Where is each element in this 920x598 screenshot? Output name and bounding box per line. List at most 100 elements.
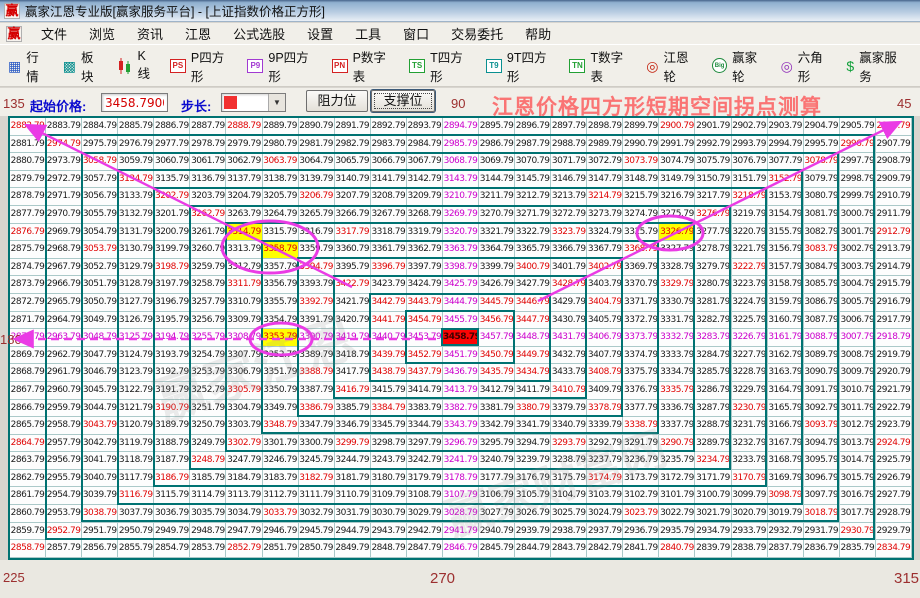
grid-cell: 2911.79 [876, 206, 912, 224]
grid-cell: 3206.79 [299, 188, 335, 206]
grid-cell: 2847.79 [407, 540, 443, 558]
menu-help[interactable]: 帮助 [514, 22, 562, 45]
grid-cell: 3051.79 [82, 276, 118, 294]
grid-cell: 3053.79 [82, 241, 118, 259]
grid-cell: 3303.79 [226, 417, 262, 435]
grid-cell: 2900.79 [659, 118, 695, 136]
grid-cell: 2921.79 [876, 382, 912, 400]
grid-cell: 3020.79 [732, 505, 768, 523]
grid-cell: 3257.79 [190, 294, 226, 312]
grid-cell: 3117.79 [118, 470, 154, 488]
grid-cell: 3180.79 [371, 470, 407, 488]
grid-cell: 3040.79 [82, 470, 118, 488]
toolbar-item-9t-square[interactable]: T99T四方形 [486, 47, 557, 85]
start-price-input[interactable] [101, 93, 168, 112]
grid-cell: 3421.79 [335, 294, 371, 312]
grid-cell: 3300.79 [299, 435, 335, 453]
grid-cell: 3137.79 [226, 171, 262, 189]
grid-cell: 2973.79 [46, 153, 82, 171]
grid-cell: 3194.79 [154, 329, 190, 347]
grid-cell: 3273.79 [587, 206, 623, 224]
grid-cell: 3043.79 [82, 417, 118, 435]
grid-cell: 3443.79 [407, 294, 443, 312]
toolbar-item-hexagon[interactable]: ◎六角形 [781, 47, 834, 85]
grid-cell: 3427.79 [515, 276, 551, 294]
toolbar-item-gann-wheel[interactable]: ◎江恩轮 [646, 47, 699, 85]
grid-cell: 3118.79 [118, 452, 154, 470]
grid-cell: 2879.79 [10, 171, 46, 189]
toolbar-item-t-square[interactable]: TST四方形 [409, 47, 473, 85]
grid-cell: 3264.79 [263, 206, 299, 224]
grid-cell: 3246.79 [263, 452, 299, 470]
grid-cell: 3282.79 [695, 312, 731, 330]
grid-cell: 3102.79 [623, 487, 659, 505]
grid-cell: 2913.79 [876, 241, 912, 259]
grid-cell: 2994.79 [768, 136, 804, 154]
grid-cell: 3112.79 [263, 487, 299, 505]
grid-cell: 3150.79 [695, 171, 731, 189]
toolbar-item-p-number[interactable]: PNP数字表 [332, 47, 397, 85]
grid-cell: 3338.79 [623, 417, 659, 435]
grid-cell: 3018.79 [804, 505, 840, 523]
grid-cell: 3233.79 [732, 452, 768, 470]
grid-cell: 3374.79 [623, 347, 659, 365]
menu-settings[interactable]: 设置 [296, 22, 344, 45]
chevron-down-icon[interactable]: ▼ [268, 94, 285, 111]
grid-cell: 3368.79 [623, 241, 659, 259]
menu-formula-stockpick[interactable]: 公式选股 [222, 22, 296, 45]
grid-cell: 2924.79 [876, 435, 912, 453]
grid-cell: 3134.79 [118, 171, 154, 189]
toolbar-item-9p-square[interactable]: P99P四方形 [247, 47, 318, 85]
toolbar-item-label: 赢家轮 [732, 47, 768, 85]
grid-cell: 2935.79 [659, 523, 695, 541]
grid-cell: 3436.79 [443, 364, 479, 382]
document-logo-icon: 赢 [6, 26, 22, 42]
grid-cell: 2968.79 [46, 241, 82, 259]
grid-cell: 3299.79 [335, 435, 371, 453]
menu-browse[interactable]: 浏览 [78, 22, 126, 45]
grid-cell: 3159.79 [768, 294, 804, 312]
support-button[interactable]: 支撑位 [371, 90, 435, 112]
grid-cell: 3039.79 [82, 487, 118, 505]
toolbar-item-quotes-grid[interactable]: ▦行情 [8, 47, 50, 85]
menu-news[interactable]: 资讯 [126, 22, 174, 45]
grid-cell: 3087.79 [804, 312, 840, 330]
grid-cell: 3082.79 [804, 224, 840, 242]
grid-cell: 3237.79 [587, 452, 623, 470]
step-color-combobox[interactable]: ▼ [221, 93, 286, 112]
menu-trading[interactable]: 交易委托 [440, 22, 514, 45]
grid-cell: 2976.79 [118, 136, 154, 154]
grid-cell: 3227.79 [732, 347, 768, 365]
grid-cell: 3037.79 [118, 505, 154, 523]
grid-cell: 2985.79 [443, 136, 479, 154]
grid-cell: 3286.79 [695, 382, 731, 400]
grid-cell: 3028.79 [443, 505, 479, 523]
grid-cell: 3339.79 [587, 417, 623, 435]
menu-tools[interactable]: 工具 [344, 22, 392, 45]
toolbar-item-winner-wheel[interactable]: Big赢家轮 [712, 47, 768, 85]
grid-cell: 3155.79 [768, 224, 804, 242]
toolbar-item-p-square[interactable]: PSP四方形 [170, 47, 235, 85]
grid-cell: 2929.79 [876, 523, 912, 541]
toolbar-item-candlestick[interactable]: K线 [117, 49, 156, 82]
grid-cell: 2991.79 [659, 136, 695, 154]
grid-cell: 3397.79 [407, 259, 443, 277]
menu-gann[interactable]: 江恩 [174, 22, 222, 45]
menu-window[interactable]: 窗口 [392, 22, 440, 45]
grid-cell: 3248.79 [190, 452, 226, 470]
grid-cell: 2943.79 [371, 523, 407, 541]
grid-cell: 2846.79 [443, 540, 479, 558]
menu-file[interactable]: 文件 [30, 22, 78, 45]
toolbar-item-t-number[interactable]: TNT数字表 [569, 47, 633, 85]
grid-cell: 3124.79 [118, 347, 154, 365]
grid-cell: 3070.79 [515, 153, 551, 171]
grid-cell: 2952.79 [46, 523, 82, 541]
toolbar-item-service[interactable]: $赢家服务 [846, 47, 907, 85]
grid-cell: 2844.79 [515, 540, 551, 558]
grid-cell: 2938.79 [551, 523, 587, 541]
toolbar-item-sectors[interactable]: ▩板块 [63, 47, 105, 85]
toolbar: ▦行情 ▩板块 K线 PSP四方形 P99P四方形 PNP数字表 TST四方形 T99T四方形… [0, 44, 920, 87]
resistance-button[interactable]: 阻力位 [306, 90, 368, 112]
grid-cell: 3343.79 [443, 417, 479, 435]
step-label: 步长: [181, 96, 211, 115]
